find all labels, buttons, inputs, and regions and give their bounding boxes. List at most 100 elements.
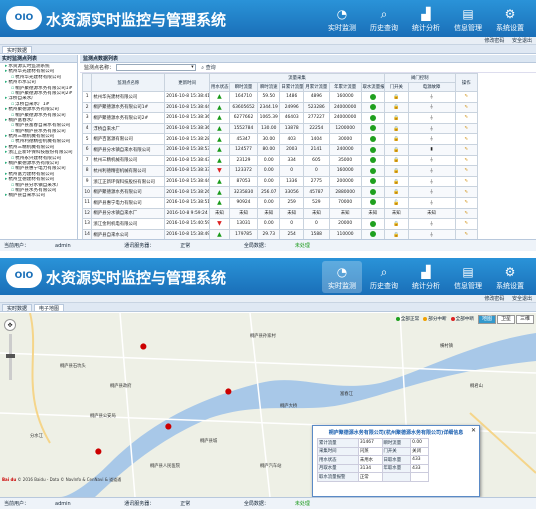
edit-icon[interactable]: ✎: [464, 137, 468, 142]
edit-icon[interactable]: ✎: [464, 126, 468, 131]
close-icon[interactable]: ✕: [471, 427, 476, 434]
app-logo: OIO: [6, 6, 42, 30]
lock-icon: 🔒: [393, 231, 400, 238]
station-name[interactable]: 桐庐县惠宁电力有限公司: [91, 196, 166, 209]
station-select[interactable]: [115, 64, 196, 71]
table-row[interactable]: 11 桐庐县惠宁电力有限公司 2016-10-8 15:38:51 ▲ 90924 0.0…: [81, 196, 479, 209]
station-name[interactable]: 桐庐聚德源水务有限公司: [91, 186, 166, 198]
zoom-slider[interactable]: [5, 334, 15, 380]
table-row[interactable]: 2 桐庐聚德源水务有限公司1# 2016-10-8 15:38:44 ▲ 6360565…: [81, 101, 479, 114]
station-marker[interactable]: ⬤: [140, 343, 147, 350]
station-name[interactable]: 桐庐百富源有限公司: [91, 133, 166, 145]
edit-icon[interactable]: ✎: [464, 232, 468, 237]
nav-statistics[interactable]: ▟ 统计分析: [406, 3, 446, 35]
edit-icon[interactable]: ✎: [464, 147, 468, 152]
map-zoom-control[interactable]: ✥: [4, 319, 16, 385]
edit-icon[interactable]: ✎: [464, 179, 468, 184]
tab-realtime-data[interactable]: 实时数据: [2, 304, 33, 312]
table-row[interactable]: 13 浙江金利机电有限公司 2016-10-8 15:40:59 ▼ 13031 0.00…: [81, 218, 479, 230]
station-name[interactable]: 桐庐聚德源水务有限公司1#: [91, 101, 166, 114]
legend-all-normal[interactable]: 全部正常: [395, 316, 419, 322]
nav-realtime[interactable]: ◔ 实时监测: [322, 261, 362, 293]
nav-info[interactable]: ▤ 信息管理: [448, 261, 488, 293]
map-type-3d[interactable]: 三维: [515, 315, 534, 324]
popup-row: 取水流量报警 正常: [317, 472, 429, 482]
table-row[interactable]: 10 桐庐聚德源水务有限公司 2016-10-8 15:38:26 ▲ 3235830 2…: [81, 186, 479, 198]
tree-node-label: 桐庐县惠宁电力有限公司: [15, 166, 66, 172]
popup-key: 累计流量: [317, 438, 359, 448]
tree-node[interactable]: ▸桐庐县自来水公司: [2, 193, 76, 198]
station-name[interactable]: 杭州华光建材有限公司: [91, 91, 166, 103]
station-marker[interactable]: ⬤: [95, 448, 102, 455]
table-row[interactable]: 7 杭州三精机械有限公司 2016-10-8 15:38:43 ▲ 23129 0.00 3…: [81, 154, 479, 167]
tab-electronic-map[interactable]: 电子地图: [34, 304, 65, 312]
change-password-link[interactable]: 修改密码: [484, 296, 504, 302]
nav-info[interactable]: ▤ 信息管理: [448, 3, 488, 35]
query-button[interactable]: ⌕ 查询: [201, 63, 215, 73]
nav-label: 历史查询: [370, 282, 398, 290]
edit-icon[interactable]: ✎: [464, 211, 468, 216]
nav-history[interactable]: ⌕ 历史查询: [364, 261, 404, 293]
station-name[interactable]: 桐庐聚德源水务有限公司2#: [91, 112, 166, 124]
station-name[interactable]: 桐庐县分水镇自来水厂: [91, 207, 166, 220]
lock-icon: 🔒: [393, 104, 400, 111]
logout-link[interactable]: 安全退出: [512, 38, 532, 44]
update-time: 2016-10-8 15:38:33: [164, 165, 210, 177]
table-row[interactable]: 12 桐庐县分水镇自来水厂 2016-10-8 9:59:24 未知 未知 未知 未知 未知未…: [81, 207, 479, 220]
station-name[interactable]: 杭州利德精密机械有限公司: [91, 165, 166, 177]
table-row[interactable]: 5 桐庐百富源有限公司 2016-10-8 15:38:28 ▲ 45347 30.00 4…: [81, 133, 479, 145]
edit-icon[interactable]: ✎: [464, 105, 468, 110]
popup-key: 年取水量: [381, 463, 412, 473]
row-number: 11: [81, 196, 93, 209]
status-ok-icon: [369, 167, 376, 174]
station-name[interactable]: 浙江正新环保科技股份有限公司: [91, 175, 166, 188]
daily-flow: 24996: [279, 101, 304, 114]
logout-link[interactable]: 安全退出: [512, 296, 532, 302]
table-row[interactable]: 3 桐庐聚德源水务有限公司2# 2016-10-8 15:38:36 ▲ 6277662…: [81, 112, 479, 124]
nav-realtime[interactable]: ◔ 实时监测: [322, 3, 362, 35]
station-name[interactable]: 浙江金利机电有限公司: [91, 218, 166, 230]
edit-icon[interactable]: ✎: [464, 200, 468, 205]
edit-icon[interactable]: ✎: [464, 158, 468, 163]
table-row[interactable]: 9 浙江正新环保科技股份有限公司 2016-10-8 15:38:44 ▲ 87053 0…: [81, 175, 479, 188]
edit-icon[interactable]: ✎: [464, 221, 468, 226]
table-row[interactable]: 6 桐庐县分水镇自来水有限公司 2016-10-8 15:38:53 ▲ 124577 8…: [81, 143, 479, 156]
list-title: 监测点数据列表: [80, 55, 536, 63]
edit-icon[interactable]: ✎: [464, 190, 468, 195]
edit-icon[interactable]: ✎: [464, 94, 468, 99]
nav-settings[interactable]: ⚙ 系统设置: [490, 261, 530, 293]
col-sub-header: 电源故障: [407, 82, 456, 92]
station-icon: ▫: [11, 101, 15, 107]
edit-icon[interactable]: ✎: [464, 115, 468, 120]
daily-flow: 1486: [279, 91, 304, 103]
map-type-map[interactable]: 地图: [477, 315, 496, 324]
tab-realtime-data[interactable]: 实时数据: [2, 46, 33, 54]
table-row[interactable]: 4 浮桥自来水厂 2016-10-8 15:38:36 ▲ 1552784 130.00 1…: [81, 122, 479, 135]
tree-node-label: 桐庐聚德源水务有限公司2#: [15, 90, 73, 96]
map-type-satellite[interactable]: 卫星: [496, 315, 515, 324]
nav-statistics[interactable]: ▟ 统计分析: [406, 261, 446, 293]
popup-key: 日取水量: [381, 455, 412, 465]
station-name[interactable]: 浮桥自来水厂: [91, 122, 166, 135]
tree-node-label: 杭州富力建材有限公司: [8, 171, 55, 177]
zoom-knob[interactable]: [5, 354, 15, 358]
nav-label: 信息管理: [454, 24, 482, 32]
legend-partial[interactable]: 部分中断: [423, 316, 447, 322]
table-row[interactable]: 1 杭州华光建材有限公司 2016-10-8 15:38:41 ▲ 164710 59.5…: [81, 91, 479, 103]
pan-control[interactable]: ✥: [4, 319, 16, 331]
col-sub-header: 用水状态: [208, 82, 230, 92]
station-name[interactable]: 杭州三精机械有限公司: [91, 154, 166, 167]
edit-icon[interactable]: ✎: [464, 168, 468, 173]
map-canvas[interactable]: ✥ 全部正常 部分中断 全部中断 地图 卫星 三维 桐庐县石坑头 桐庐县政府 桐…: [0, 313, 536, 497]
legend-all-down[interactable]: 全部中断: [450, 316, 474, 322]
station-marker[interactable]: ⬤: [165, 423, 172, 430]
table-row[interactable]: 8 杭州利德精密机械有限公司 2016-10-8 15:38:33 ▼ 123372 0.…: [81, 165, 479, 177]
nav-history[interactable]: ⌕ 历史查询: [364, 3, 404, 35]
change-password-link[interactable]: 修改密码: [484, 38, 504, 44]
station-marker[interactable]: ⬤: [225, 388, 232, 395]
popup-value: 3134: [357, 463, 383, 473]
nav-settings[interactable]: ⚙ 系统设置: [490, 3, 530, 35]
yearly-flow: 160000: [328, 165, 362, 177]
filter-label: 监测点名称：: [84, 65, 115, 71]
station-name[interactable]: 桐庐县分水镇自来水有限公司: [91, 143, 166, 156]
